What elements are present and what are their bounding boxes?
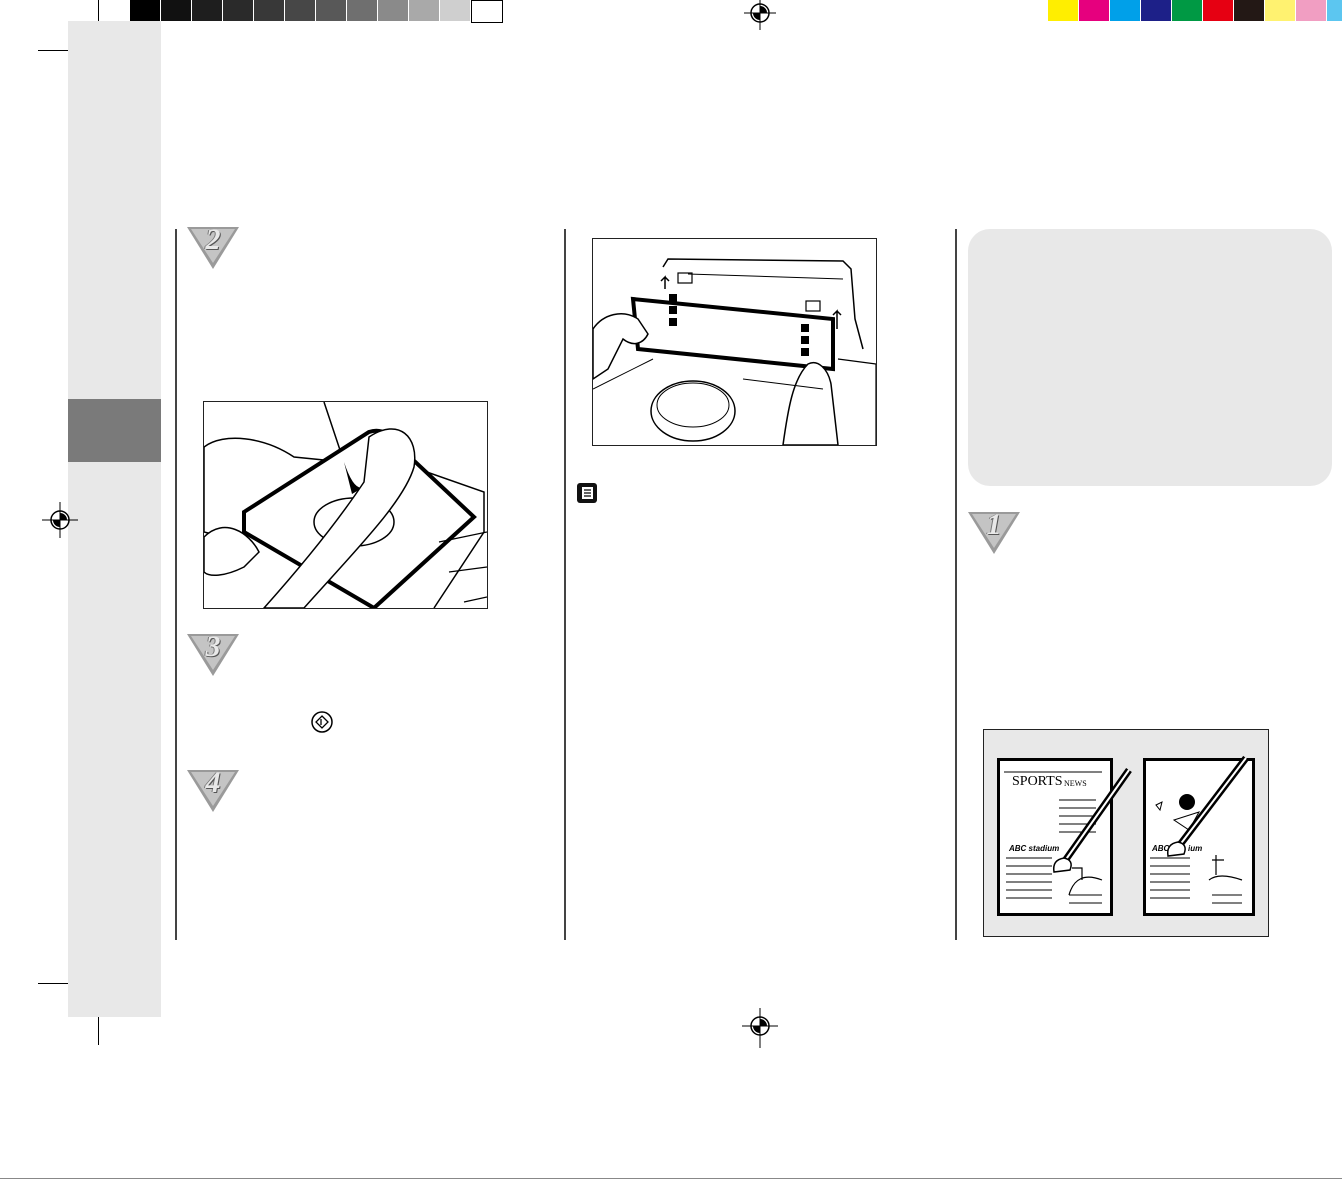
step-number: 2	[205, 223, 221, 256]
gray-swatch	[347, 0, 377, 21]
process-swatch	[1296, 0, 1326, 21]
gray-swatch	[130, 0, 160, 21]
process-swatch	[1079, 0, 1109, 21]
gray-swatch	[471, 0, 503, 23]
gray-swatch	[223, 0, 253, 21]
attach-cover-illustration	[593, 258, 876, 445]
gray-swatch	[409, 0, 439, 21]
step-3-marker: 3	[187, 630, 239, 678]
gray-swatch	[161, 0, 191, 21]
column-rule	[564, 229, 566, 940]
process-swatch	[1110, 0, 1140, 21]
close-cover-illustration	[204, 402, 487, 608]
registration-mark-icon	[744, 0, 776, 30]
note-icon	[577, 483, 597, 503]
step-number: 4	[205, 766, 221, 799]
step-1-marker: 1	[968, 508, 1020, 556]
gray-swatch	[285, 0, 315, 21]
note-box	[968, 229, 1332, 486]
sidebar	[68, 21, 161, 1017]
figure-clean-document: SPORTS NEWS ABC stadium ABC ium	[983, 729, 1269, 937]
gray-swatch	[440, 0, 470, 21]
figure-attach-cover	[592, 238, 877, 446]
process-swatch	[1141, 0, 1171, 21]
gray-swatch	[378, 0, 408, 21]
sidebar-chapter-tab	[68, 399, 161, 462]
process-swatch	[1203, 0, 1233, 21]
registration-mark-icon	[42, 502, 78, 538]
start-button-icon	[311, 711, 333, 733]
gray-swatch	[316, 0, 346, 21]
column-rule	[955, 229, 957, 940]
process-swatch	[1265, 0, 1295, 21]
step-number: 1	[986, 508, 1002, 541]
process-swatch	[1172, 0, 1202, 21]
gray-swatch	[192, 0, 222, 21]
step-number: 3	[205, 630, 221, 663]
process-swatch	[1234, 0, 1264, 21]
column-rule	[175, 229, 177, 940]
gray-swatch	[254, 0, 284, 21]
process-swatch	[1048, 0, 1078, 21]
figure-close-cover	[203, 401, 488, 609]
step-2-marker: 2	[187, 223, 239, 271]
newspaper-illustration	[1004, 755, 1249, 904]
trim-line	[0, 1178, 1342, 1179]
registration-mark-icon	[742, 1008, 778, 1048]
step-4-marker: 4	[187, 766, 239, 814]
process-swatch	[1327, 0, 1342, 21]
